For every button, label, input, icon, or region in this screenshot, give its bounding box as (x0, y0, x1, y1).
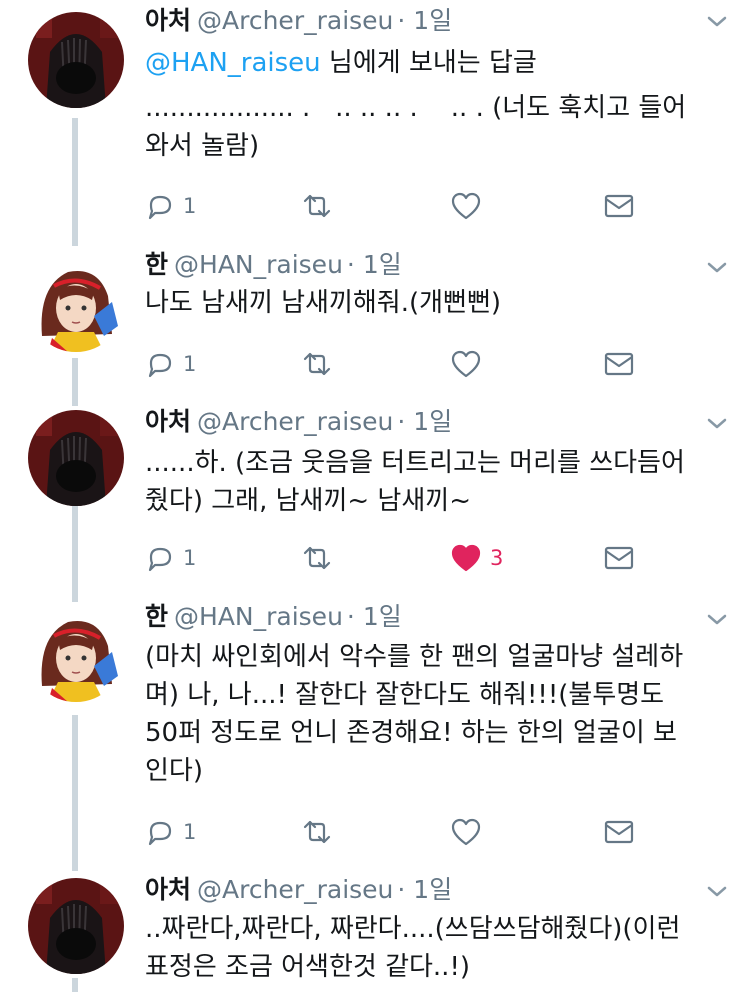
reply-icon (148, 353, 172, 378)
retweet-icon (303, 194, 331, 218)
user-handle[interactable]: @HAN_raiseu (174, 602, 343, 631)
user-handle[interactable]: @HAN_raiseu (174, 250, 343, 279)
reply-button[interactable]: 1 (145, 186, 196, 226)
avatar-han[interactable] (28, 256, 124, 352)
replying-to-label: 님에게 보내는 답글 (320, 48, 537, 78)
chevron-down-icon[interactable] (700, 406, 734, 440)
envelope-icon (604, 546, 634, 570)
like-button[interactable] (450, 344, 490, 384)
reply-button[interactable]: 1 (145, 538, 196, 578)
retweet-button[interactable] (300, 538, 334, 578)
tweet[interactable]: 한 @HAN_raiseu · 1일 (마치 싸인회에서 악수를 한 팬의 얼굴마냥… (0, 598, 750, 870)
tweet-actions: 1 3 (145, 538, 705, 578)
reply-count: 1 (183, 352, 197, 376)
tweet-header: 아처 @Archer_raiseu · 1일 (145, 405, 452, 439)
timestamp[interactable]: · 1일 (347, 602, 402, 631)
reply-icon (148, 821, 172, 846)
avatar-archer[interactable] (28, 410, 124, 506)
heart-icon (451, 350, 481, 378)
chevron-down-icon[interactable] (700, 874, 734, 908)
display-name[interactable]: 한 (145, 250, 168, 279)
chevron-down-icon[interactable] (700, 4, 734, 38)
envelope-icon (604, 352, 634, 376)
retweet-button[interactable] (300, 812, 334, 852)
heart-icon (451, 192, 481, 220)
chevron-down-icon[interactable] (700, 250, 734, 284)
timestamp[interactable]: · 1일 (397, 6, 452, 35)
reply-icon (148, 195, 172, 220)
heart-icon (451, 818, 481, 846)
tweet-header: 한 @HAN_raiseu · 1일 (145, 600, 402, 634)
reply-button[interactable]: 1 (145, 812, 196, 852)
tweet-text: 나도 남새끼 남새끼해줘.(개뻔뻔) (145, 288, 502, 318)
reply-count: 1 (183, 820, 197, 844)
user-handle[interactable]: @Archer_raiseu (197, 407, 393, 436)
direct-message-button[interactable] (603, 186, 635, 226)
display-name[interactable]: 아처 (145, 407, 191, 436)
envelope-icon (604, 194, 634, 218)
direct-message-button[interactable] (603, 538, 635, 578)
tweet-header: 아처 @Archer_raiseu · 1일 (145, 4, 452, 38)
direct-message-button[interactable] (603, 812, 635, 852)
reply-button[interactable]: 1 (145, 344, 196, 384)
tweet[interactable]: 아처 @Archer_raiseu · 1일 ......하. (조금 웃음을 터트… (0, 402, 750, 598)
timestamp[interactable]: · 1일 (397, 875, 452, 904)
retweet-button[interactable] (300, 344, 334, 384)
reply-icon (148, 547, 172, 572)
replying-to: @HAN_raiseu 님에게 보내는 답글 (145, 45, 537, 81)
like-count: 3 (490, 546, 504, 570)
tweet-text: .................. . .. .. .. . .. . (너도… (145, 93, 687, 161)
tweet[interactable]: 아처 @Archer_raiseu · 1일 ..짜란다,짜란다, 짜란다....(… (0, 870, 750, 992)
display-name[interactable]: 아처 (145, 875, 191, 904)
tweet[interactable]: 한 @HAN_raiseu · 1일 나도 남새끼 남새끼해줘.(개뻔뻔) 1 (0, 246, 750, 402)
retweet-icon (303, 352, 331, 376)
tweet-header: 아처 @Archer_raiseu · 1일 (145, 873, 452, 907)
reply-count: 1 (183, 546, 197, 570)
envelope-icon (604, 820, 634, 844)
display-name[interactable]: 한 (145, 602, 168, 631)
retweet-icon (303, 546, 331, 570)
chevron-down-icon[interactable] (700, 602, 734, 636)
avatar-archer[interactable] (28, 12, 124, 108)
like-button[interactable] (450, 186, 490, 226)
reply-count: 1 (183, 194, 197, 218)
avatar-han[interactable] (28, 606, 124, 702)
user-handle[interactable]: @Archer_raiseu (197, 875, 393, 904)
retweet-icon (303, 820, 331, 844)
avatar-archer[interactable] (28, 878, 124, 974)
retweet-button[interactable] (300, 186, 334, 226)
heart-icon-filled (451, 544, 481, 572)
tweet-header: 한 @HAN_raiseu · 1일 (145, 248, 402, 282)
tweet-text: ..짜란다,짜란다, 짜란다....(쓰담쓰담해줬다)(이런 표정은 조금 어색… (145, 914, 681, 982)
mention-link[interactable]: @HAN_raiseu (145, 48, 321, 78)
tweet-actions: 1 (145, 344, 705, 384)
like-button[interactable] (450, 812, 490, 852)
tweet-text: (마치 싸인회에서 악수를 한 팬의 얼굴마냥 설레하 며) 나, 나...! … (145, 642, 684, 786)
tweet[interactable]: 아처 @Archer_raiseu · 1일 @HAN_raiseu 님에게 보내는… (0, 0, 750, 246)
timestamp[interactable]: · 1일 (347, 250, 402, 279)
timestamp[interactable]: · 1일 (397, 407, 452, 436)
like-button[interactable]: 3 (450, 538, 503, 578)
display-name[interactable]: 아처 (145, 6, 191, 35)
tweet-text: ......하. (조금 웃음을 터트리고는 머리를 쓰다듬어 줬다) 그래, … (145, 448, 685, 516)
tweet-actions: 1 (145, 186, 705, 226)
direct-message-button[interactable] (603, 344, 635, 384)
user-handle[interactable]: @Archer_raiseu (197, 6, 393, 35)
tweet-actions: 1 (145, 812, 705, 852)
